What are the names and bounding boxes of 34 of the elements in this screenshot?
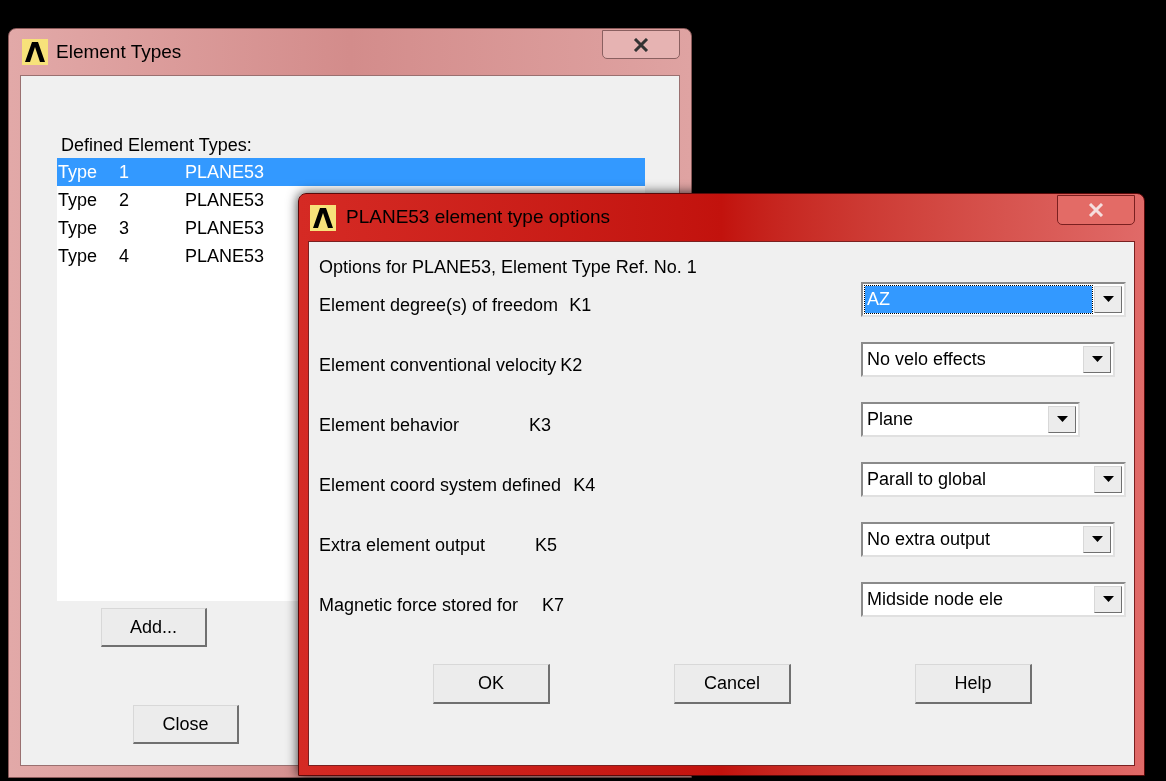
element-name: PLANE53 [185, 188, 265, 212]
window-title: Element Types [56, 39, 182, 64]
dropdown-value: No extra output [866, 528, 992, 551]
option-label: Element coord system defined [319, 474, 562, 497]
option-key: K5 [535, 532, 558, 559]
type-number: 2 [119, 188, 130, 212]
option-label: Element conventional velocity [319, 354, 557, 377]
dropdown-value: No velo effects [866, 348, 987, 371]
type-number: 3 [119, 216, 130, 240]
option-label: Element behavior [319, 414, 460, 437]
option-label: Element degree(s) of freedom [319, 294, 559, 317]
dropdown-value: AZ [865, 286, 1092, 313]
type-label: Type [57, 160, 99, 184]
dropdown-value: Plane [866, 408, 915, 431]
option-label: Extra element output [319, 534, 486, 557]
option-key: K4 [573, 472, 596, 499]
type-number: 4 [119, 244, 130, 268]
list-label: Defined Element Types: [61, 134, 252, 157]
options-heading: Options for PLANE53, Element Type Ref. No. 1 [319, 256, 698, 279]
option-key: K2 [560, 352, 583, 379]
dropdown-value: Midside node ele [866, 588, 1005, 611]
dialog-title: PLANE53 element type options [346, 205, 611, 230]
option-key: K3 [529, 412, 552, 439]
type-label: Type [57, 216, 99, 240]
type-number: 1 [119, 160, 130, 184]
option-key: K1 [569, 292, 592, 319]
option-label: Magnetic force stored for [319, 594, 519, 617]
element-name: PLANE53 [185, 216, 265, 240]
element-name: PLANE53 [185, 244, 265, 268]
type-label: Type [57, 188, 99, 212]
option-key: K7 [542, 592, 565, 619]
element-name: PLANE53 [185, 160, 265, 184]
dropdown-value: Parall to global [866, 468, 988, 491]
type-label: Type [57, 244, 99, 268]
